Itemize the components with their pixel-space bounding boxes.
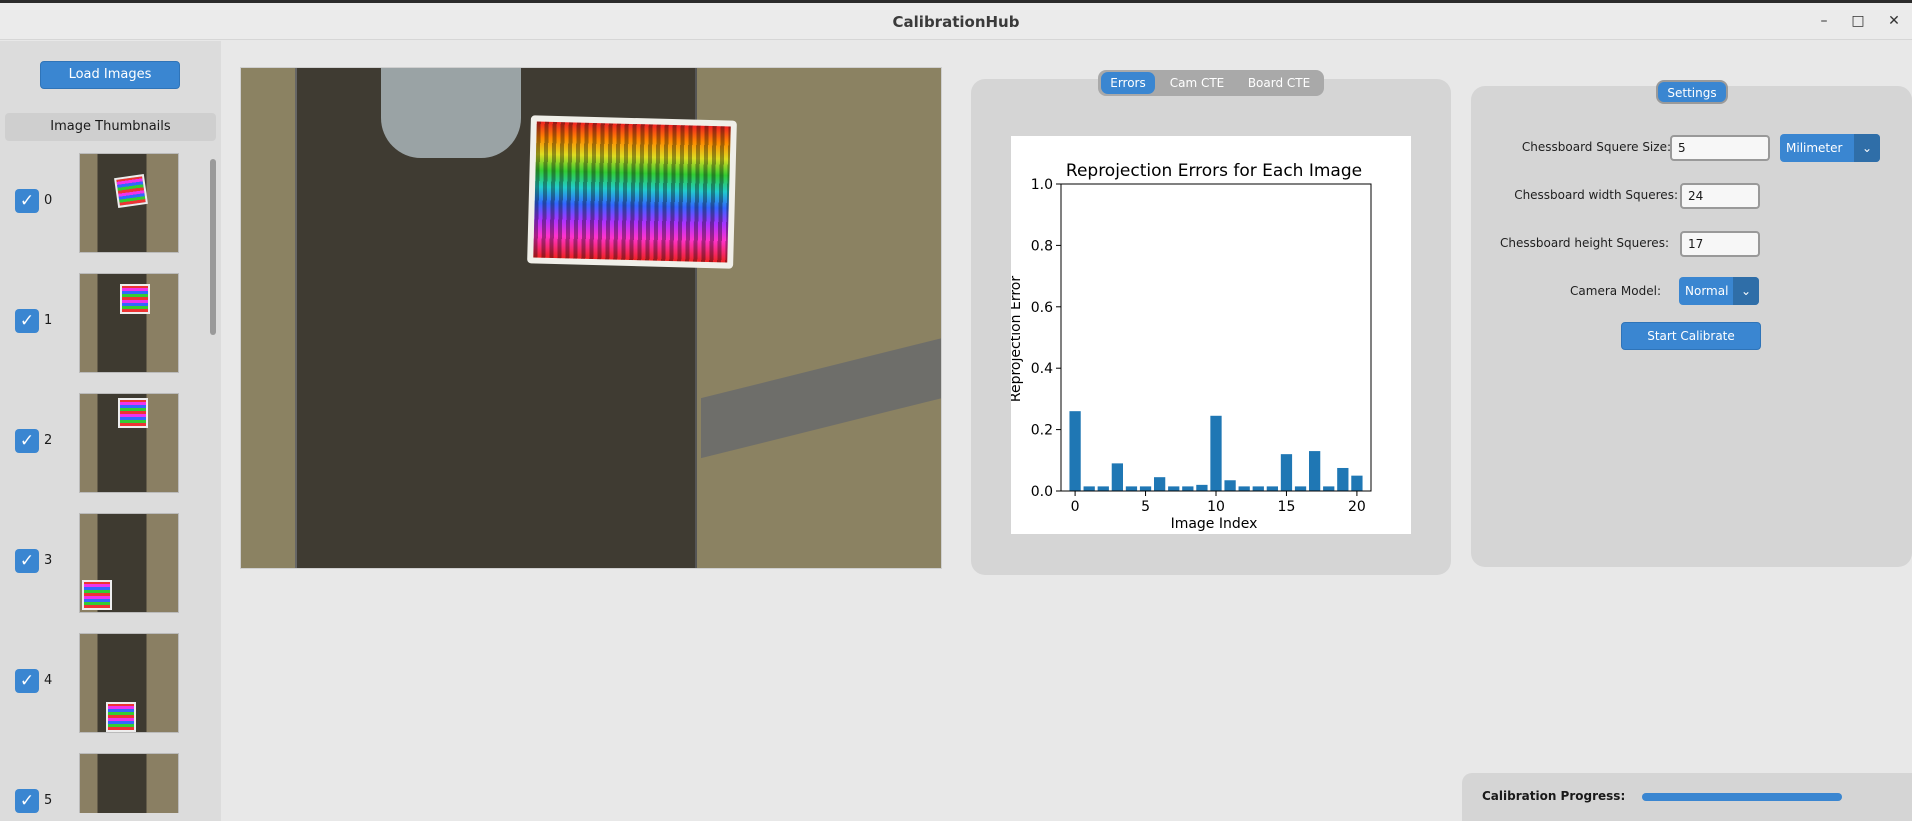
y-tick-label: 0.4 (1031, 361, 1053, 377)
thumbnail-image[interactable] (79, 753, 179, 813)
y-tick-label: 1.0 (1031, 177, 1053, 193)
camera-model-value: Normal (1685, 284, 1729, 298)
window-title: CalibrationHub (892, 13, 1020, 31)
thumbnail-list: ✓ 0 ✓ 1 ✓ 2 ✓ 3 ✓ 4 ✓ 5 (0, 153, 210, 813)
tab-errors[interactable]: Errors (1101, 72, 1155, 94)
settings-tab[interactable]: Settings (1656, 80, 1728, 104)
chart-bar (1097, 486, 1109, 491)
thumbnail-index: 5 (44, 793, 53, 808)
progress-fill (1642, 793, 1842, 801)
width-squares-label: Chessboard width Squeres: (1514, 188, 1678, 202)
thumbnail-image[interactable] (79, 273, 179, 373)
main-image-preview (240, 67, 942, 569)
x-tick-label: 0 (1071, 499, 1080, 515)
unit-dropdown[interactable]: Milimeter ⌄ (1780, 134, 1880, 162)
chessboard-pattern (527, 115, 737, 269)
thumbnail-checkbox[interactable]: ✓ (15, 309, 39, 333)
thumbnails-header: Image Thumbnails (5, 113, 216, 141)
unit-dropdown-value: Milimeter (1786, 141, 1843, 155)
chevron-down-icon: ⌄ (1733, 277, 1759, 305)
chart-canvas: Reprojection Errors for Each Image Image… (1008, 136, 1411, 534)
reprojection-error-chart: Reprojection Errors for Each Image Image… (1008, 161, 1372, 532)
chart-bar (1252, 486, 1264, 491)
thumbnail-image[interactable] (79, 633, 179, 733)
chart-bar (1111, 463, 1123, 491)
width-squares-input[interactable]: 24 (1680, 183, 1760, 209)
thumbnail-index: 4 (44, 673, 53, 688)
height-squares-label: Chessboard height Squeres: (1500, 236, 1669, 250)
y-tick-label: 0.8 (1031, 238, 1053, 254)
load-images-button[interactable]: Load Images (40, 61, 180, 89)
camera-model-label: Camera Model: (1570, 284, 1661, 298)
chart-bar (1323, 486, 1335, 491)
thumbnail-index: 3 (44, 553, 53, 568)
chevron-down-icon: ⌄ (1854, 134, 1880, 162)
y-tick-label: 0.2 (1031, 423, 1053, 439)
thumbnail-row: ✓ 3 (0, 513, 210, 613)
thumbnail-image[interactable] (79, 513, 179, 613)
chart-bar (1351, 475, 1363, 491)
thumbnail-row: ✓ 0 (0, 153, 210, 253)
x-tick-label: 5 (1141, 499, 1150, 515)
thumbnail-row: ✓ 2 (0, 393, 210, 493)
thumbnail-row: ✓ 1 (0, 273, 210, 373)
chart-xlabel: Image Index (1171, 516, 1258, 532)
x-tick-label: 20 (1348, 499, 1366, 515)
square-size-label: Chessboard Squere Size: (1521, 140, 1671, 154)
title-bar: CalibrationHub – □ ✕ (0, 3, 1912, 40)
x-tick-label: 10 (1207, 499, 1225, 515)
chart-bar (1069, 411, 1081, 491)
y-tick-label: 0.6 (1031, 300, 1053, 316)
tab-cam-cte[interactable]: Cam CTE (1164, 72, 1230, 94)
chart-panel: Errors Cam CTE Board CTE Reprojection Er… (971, 70, 1451, 575)
thumbnail-index: 2 (44, 433, 53, 448)
thumbnail-index: 0 (44, 193, 53, 208)
chart-bar (1280, 454, 1293, 491)
chart-bar (1238, 486, 1250, 491)
chart-bar (1210, 415, 1222, 491)
thumbnail-checkbox[interactable]: ✓ (15, 189, 39, 213)
thumbnail-image[interactable] (79, 393, 179, 493)
thumbnail-index: 1 (44, 313, 53, 328)
thumbnail-row: ✓ 4 (0, 633, 210, 733)
settings-panel: Settings Chessboard Squere Size: 5 Milim… (1471, 80, 1912, 567)
thumbnail-scrollbar[interactable] (210, 159, 216, 335)
chart-bar (1139, 486, 1152, 491)
progress-label: Calibration Progress: (1482, 789, 1626, 803)
minimize-icon[interactable]: – (1814, 11, 1834, 31)
thumbnail-image[interactable] (79, 153, 179, 253)
chart-title: Reprojection Errors for Each Image (1066, 161, 1362, 181)
start-calibrate-button[interactable]: Start Calibrate (1621, 322, 1761, 350)
y-tick-label: 0.0 (1031, 484, 1053, 500)
chart-ylabel: Reprojection Error (1011, 276, 1024, 402)
chart-bar (1182, 486, 1194, 491)
square-size-input[interactable]: 5 (1670, 135, 1770, 161)
chart-bar (1125, 486, 1138, 491)
close-icon[interactable]: ✕ (1884, 11, 1904, 31)
chart-bar (1168, 486, 1180, 491)
tab-board-cte[interactable]: Board CTE (1238, 72, 1320, 94)
chart-bar (1083, 486, 1095, 491)
progress-bar (1642, 793, 1842, 801)
chart-bar (1309, 451, 1321, 491)
thumbnail-checkbox[interactable]: ✓ (15, 789, 39, 813)
chart-bar (1266, 486, 1278, 491)
sidebar: Load Images Image Thumbnails ✓ 0 ✓ 1 ✓ 2… (0, 41, 221, 821)
thumbnail-checkbox[interactable]: ✓ (15, 429, 39, 453)
chart-tabs: Errors Cam CTE Board CTE (1098, 70, 1324, 96)
thumbnail-row: ✓ 5 (0, 753, 210, 813)
chart-bar (1337, 467, 1349, 491)
height-squares-input[interactable]: 17 (1680, 231, 1760, 257)
maximize-icon[interactable]: □ (1848, 11, 1868, 31)
chart-bar (1294, 486, 1307, 491)
progress-panel: Calibration Progress: (1462, 773, 1912, 821)
thumbnail-checkbox[interactable]: ✓ (15, 669, 39, 693)
chart-bar (1224, 480, 1236, 491)
x-tick-label: 15 (1278, 499, 1296, 515)
chart-bar (1196, 484, 1208, 491)
thumbnail-checkbox[interactable]: ✓ (15, 549, 39, 573)
chart-bar (1154, 477, 1166, 491)
camera-model-dropdown[interactable]: Normal ⌄ (1679, 277, 1759, 305)
